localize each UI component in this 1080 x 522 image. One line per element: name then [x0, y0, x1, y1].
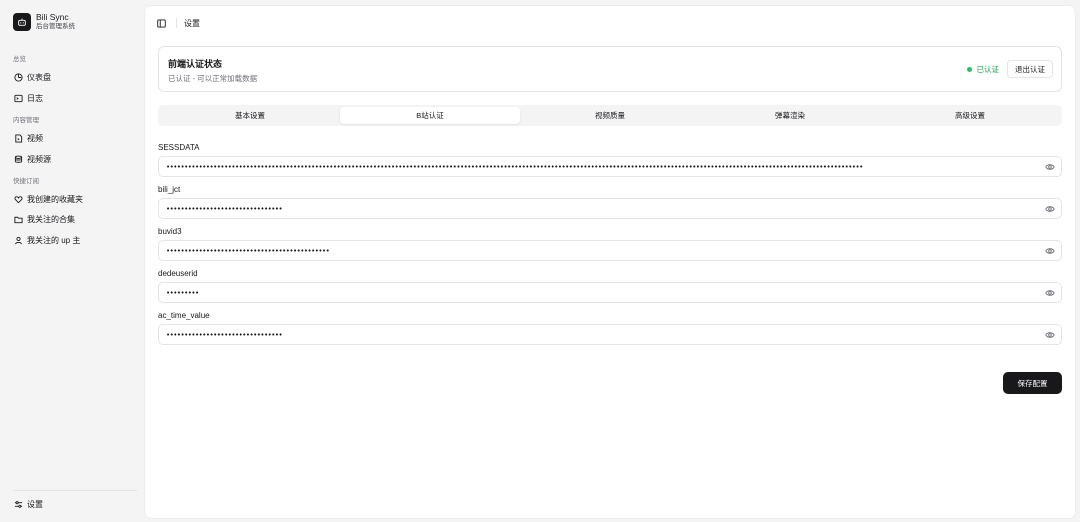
sidebar-item-followed-collections[interactable]: 我关注的合集: [13, 212, 75, 226]
sidebar-item-settings[interactable]: 设置: [13, 497, 43, 511]
show-password-eye-icon[interactable]: [1045, 204, 1055, 214]
dedeuserid-label: dedeuserid: [158, 269, 198, 278]
nav-group-content: 内容管理: [13, 117, 39, 124]
ac-time-value-input[interactable]: [159, 325, 1039, 344]
file-video-icon: [13, 133, 23, 143]
terminal-icon: [13, 93, 23, 103]
sidebar-item-label: 视频: [27, 133, 43, 143]
show-password-eye-icon[interactable]: [1045, 246, 1055, 256]
buvid3-field-box: [158, 240, 1062, 261]
bot-logo-icon: [13, 13, 31, 31]
topbar-separator: [176, 18, 177, 28]
database-icon: [13, 154, 23, 164]
buvid3-label: buvid3: [158, 227, 182, 236]
sidebar-item-label: 仪表盘: [27, 72, 51, 82]
show-password-eye-icon[interactable]: [1045, 330, 1055, 340]
ac-time-value-label: ac_time_value: [158, 311, 210, 320]
buvid3-input[interactable]: [159, 241, 1039, 260]
logout-button[interactable]: 退出认证: [1007, 60, 1053, 78]
settings-sliders-icon: [13, 499, 23, 509]
nav-group-subscriptions: 快捷订阅: [13, 178, 39, 185]
status-text: 已认证: [976, 65, 1000, 74]
sidebar-item-label: 我创建的收藏夹: [27, 194, 83, 204]
sidebar-item-label: 日志: [27, 93, 43, 103]
sidebar-item-followed-uploaders[interactable]: 我关注的 up 主: [13, 233, 80, 247]
bili-jct-field-box: [158, 198, 1062, 219]
app-subtitle: 后台管理系统: [36, 23, 75, 30]
show-password-eye-icon[interactable]: [1045, 288, 1055, 298]
auth-subtitle: 已认证 - 可以正常加载数据: [168, 74, 258, 83]
app-title: Bili Sync: [36, 12, 69, 22]
sessdata-label: SESSDATA: [158, 143, 200, 152]
status-badge: 已认证: [966, 64, 1000, 75]
sidebar-item-video-sources[interactable]: 视频源: [13, 152, 51, 166]
tab-video-quality[interactable]: 视频质量: [520, 107, 700, 124]
dedeuserid-input[interactable]: [159, 283, 1039, 302]
sidebar-item-label: 我关注的合集: [27, 214, 75, 224]
sessdata-input[interactable]: [159, 157, 1039, 176]
status-dot-icon: [966, 67, 972, 72]
tab-danmaku-render[interactable]: 弹幕渲染: [700, 107, 880, 124]
brand[interactable]: Bili Sync 后台管理系统: [13, 13, 75, 31]
sidebar-item-label: 视频源: [27, 154, 51, 164]
folder-icon: [13, 214, 23, 224]
topbar: 设置: [155, 16, 200, 30]
auth-status-card: 前端认证状态 已认证 - 可以正常加载数据 已认证 退出认证: [158, 46, 1062, 92]
sidebar-toggle-icon[interactable]: [155, 17, 167, 29]
ac-time-value-field-box: [158, 324, 1062, 345]
tab-advanced-settings[interactable]: 高级设置: [880, 107, 1060, 124]
dedeuserid-field-box: [158, 282, 1062, 303]
save-config-button[interactable]: 保存配置: [1003, 372, 1062, 394]
tab-basic-settings[interactable]: 基本设置: [160, 107, 340, 124]
heart-icon: [13, 194, 23, 204]
sidebar: Bili Sync 后台管理系统 总览 仪表盘 日志 内容管理 视频 视频源 快…: [0, 0, 144, 522]
breadcrumb: 设置: [184, 18, 200, 28]
sidebar-item-logs[interactable]: 日志: [13, 91, 43, 105]
nav-group-overview: 总览: [13, 56, 26, 63]
sidebar-item-videos[interactable]: 视频: [13, 131, 43, 145]
show-password-eye-icon[interactable]: [1045, 162, 1055, 172]
sidebar-divider: [13, 490, 137, 491]
sidebar-item-dashboard[interactable]: 仪表盘: [13, 70, 51, 84]
tab-bilibili-auth[interactable]: B站认证: [340, 107, 520, 124]
bili-jct-label: bili_jct: [158, 185, 181, 194]
settings-tabs: 基本设置 B站认证 视频质量 弹幕渲染 高级设置: [158, 105, 1062, 126]
main-panel: 设置 前端认证状态 已认证 - 可以正常加载数据 已认证 退出认证 基本设置 B…: [145, 6, 1075, 518]
sessdata-field-box: [158, 156, 1062, 177]
sidebar-item-label: 我关注的 up 主: [27, 235, 81, 245]
auth-title: 前端认证状态: [168, 59, 223, 69]
sidebar-item-label: 设置: [27, 499, 43, 509]
sidebar-item-my-favorites[interactable]: 我创建的收藏夹: [13, 192, 83, 206]
gauge-icon: [13, 72, 23, 82]
bili-jct-input[interactable]: [159, 199, 1039, 218]
user-icon: [13, 235, 23, 245]
